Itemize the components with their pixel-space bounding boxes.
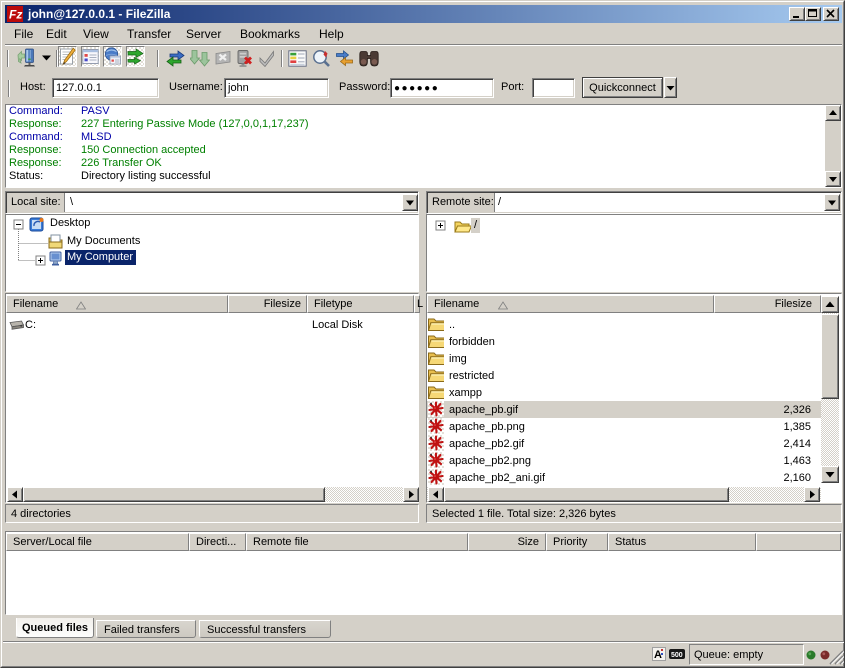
- svg-text:Fz: Fz: [9, 8, 22, 22]
- svg-text:A: A: [654, 649, 662, 661]
- svg-text:500: 500: [671, 652, 683, 659]
